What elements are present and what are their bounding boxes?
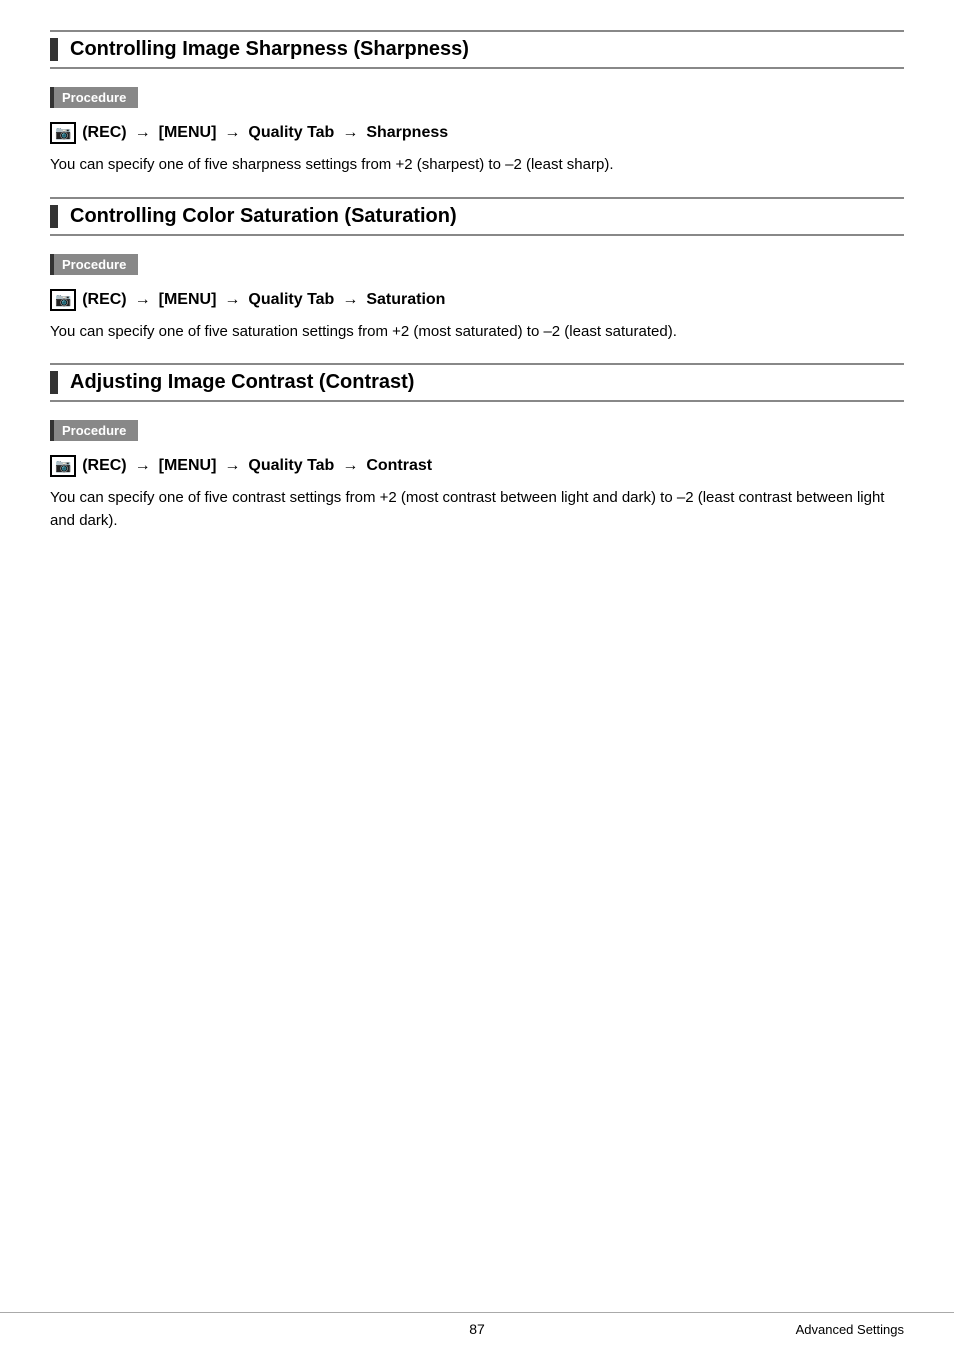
path-quality-saturation: Quality Tab (248, 291, 334, 309)
camera-icon-sharpness: 📷 (50, 122, 76, 144)
body-text-sharpness: You can specify one of five sharpness se… (50, 154, 904, 177)
arrow3-saturation: → (342, 291, 358, 309)
arrow2-contrast: → (224, 457, 240, 475)
heading-bar-saturation (50, 205, 58, 228)
path-menu-contrast: [MENU] (159, 457, 217, 475)
procedure-badge-contrast: Procedure (50, 420, 138, 441)
arrow1-sharpness: → (135, 124, 151, 142)
arrow2-sharpness: → (224, 124, 240, 142)
page-footer: 87 Advanced Settings (0, 1312, 954, 1337)
body-text-contrast: You can specify one of five contrast set… (50, 487, 904, 532)
arrow3-contrast: → (342, 457, 358, 475)
path-quality-contrast: Quality Tab (248, 457, 334, 475)
arrow1-contrast: → (135, 457, 151, 475)
path-final-contrast: Contrast (366, 457, 432, 475)
section-heading-saturation: Controlling Color Saturation (Saturation… (50, 197, 904, 236)
procedure-label-contrast: Procedure (62, 423, 126, 438)
heading-text-contrast: Adjusting Image Contrast (Contrast) (70, 371, 414, 394)
heading-bar (50, 38, 58, 61)
path-line-sharpness: 📷 (REC) → [MENU] → Quality Tab → Sharpne… (50, 122, 904, 144)
path-rec-sharpness: (REC) (82, 124, 126, 142)
path-quality-sharpness: Quality Tab (248, 124, 334, 142)
path-line-contrast: 📷 (REC) → [MENU] → Quality Tab → Contras… (50, 455, 904, 477)
arrow2-saturation: → (224, 291, 240, 309)
procedure-label-sharpness: Procedure (62, 90, 126, 105)
page-content: Controlling Image Sharpness (Sharpness) … (0, 0, 954, 632)
path-menu-saturation: [MENU] (159, 291, 217, 309)
section-saturation: Controlling Color Saturation (Saturation… (50, 197, 904, 344)
procedure-badge-saturation: Procedure (50, 254, 138, 275)
path-rec-contrast: (REC) (82, 457, 126, 475)
section-sharpness: Controlling Image Sharpness (Sharpness) … (50, 30, 904, 177)
path-line-saturation: 📷 (REC) → [MENU] → Quality Tab → Saturat… (50, 289, 904, 311)
section-contrast: Adjusting Image Contrast (Contrast) Proc… (50, 363, 904, 532)
heading-bar-contrast (50, 371, 58, 394)
camera-icon-contrast: 📷 (50, 455, 76, 477)
arrow1-saturation: → (135, 291, 151, 309)
procedure-label-saturation: Procedure (62, 257, 126, 272)
arrow3-sharpness: → (342, 124, 358, 142)
path-menu-sharpness: [MENU] (159, 124, 217, 142)
body-text-saturation: You can specify one of five saturation s… (50, 321, 904, 344)
path-rec-saturation: (REC) (82, 291, 126, 309)
footer-right-text: Advanced Settings (796, 1322, 904, 1337)
camera-icon-saturation: 📷 (50, 289, 76, 311)
heading-text-saturation: Controlling Color Saturation (Saturation… (70, 205, 457, 228)
path-final-sharpness: Sharpness (366, 124, 448, 142)
section-heading-sharpness: Controlling Image Sharpness (Sharpness) (50, 30, 904, 69)
path-final-saturation: Saturation (366, 291, 445, 309)
procedure-badge-sharpness: Procedure (50, 87, 138, 108)
section-heading-contrast: Adjusting Image Contrast (Contrast) (50, 363, 904, 402)
heading-text-sharpness: Controlling Image Sharpness (Sharpness) (70, 38, 469, 61)
